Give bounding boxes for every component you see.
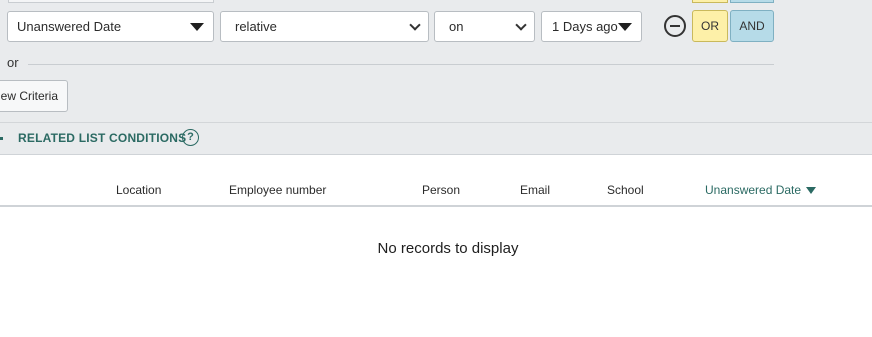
- chevron-down-icon: [409, 19, 421, 31]
- column-header-location[interactable]: Location: [116, 183, 161, 197]
- previous-field-select-edge: [8, 0, 214, 3]
- column-header-email[interactable]: Email: [520, 183, 550, 197]
- caret-down-icon: [618, 23, 632, 31]
- column-header-label: Unanswered Date: [705, 183, 802, 197]
- filter-panel: Unanswered Date relative on 1 Days ago O…: [0, 0, 872, 155]
- header-divider: [0, 205, 872, 207]
- value-select[interactable]: 1 Days ago: [541, 11, 642, 42]
- column-header-person[interactable]: Person: [422, 183, 460, 197]
- or-separator-label: or: [7, 55, 19, 70]
- section-divider: [0, 122, 872, 123]
- and-button[interactable]: AND: [730, 10, 774, 42]
- chevron-down-icon: [515, 19, 527, 31]
- value-select-value: 1 Days ago: [552, 19, 618, 34]
- or-divider: [28, 64, 774, 65]
- caret-down-icon: [190, 23, 204, 31]
- mode-select-value: relative: [235, 19, 277, 34]
- field-select[interactable]: Unanswered Date: [7, 11, 214, 42]
- new-criteria-button[interactable]: New Criteria: [0, 80, 68, 112]
- empty-state-message: No records to display: [377, 240, 519, 257]
- previous-or-button-edge: [692, 0, 728, 3]
- column-header-unanswered-date[interactable]: Unanswered Date: [705, 183, 817, 197]
- column-header-school[interactable]: School: [607, 183, 644, 197]
- or-button[interactable]: OR: [692, 10, 728, 42]
- operator-select-value: on: [449, 19, 464, 34]
- remove-condition-icon[interactable]: [664, 15, 686, 37]
- field-select-value: Unanswered Date: [17, 19, 122, 34]
- mode-select[interactable]: relative: [220, 11, 429, 42]
- sort-descending-icon: [806, 187, 817, 195]
- expand-bullet-icon[interactable]: [0, 137, 3, 140]
- operator-select[interactable]: on: [434, 11, 535, 42]
- help-icon[interactable]: ?: [182, 129, 199, 146]
- column-header-employee-number[interactable]: Employee number: [229, 183, 326, 197]
- related-list-conditions-toggle[interactable]: RELATED LIST CONDITIONS: [18, 131, 186, 145]
- previous-and-button-edge: [730, 0, 774, 3]
